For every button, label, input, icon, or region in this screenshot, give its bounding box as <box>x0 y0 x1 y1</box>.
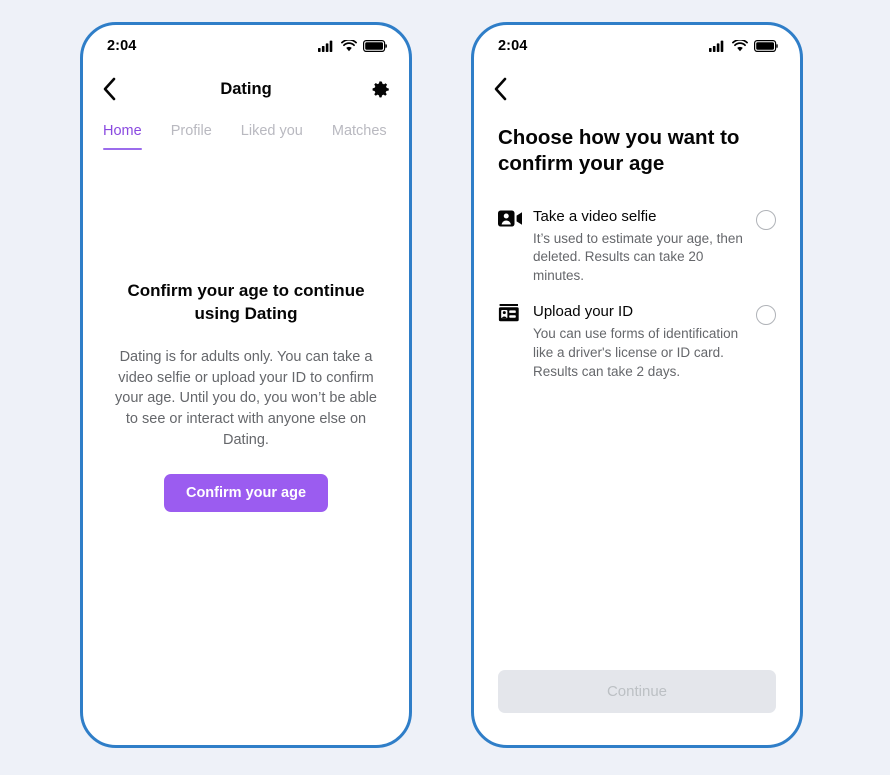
tab-label: Profile <box>170 123 212 139</box>
chevron-left-icon <box>494 77 507 101</box>
nav-bar-right <box>474 67 800 111</box>
tab-label: Liked you <box>240 123 303 139</box>
option-video-selfie[interactable]: Take a video selfie It’s used to estimat… <box>498 201 776 296</box>
tab-profile[interactable]: Profile <box>171 117 212 150</box>
signal-icon <box>709 40 724 52</box>
page-title: Dating <box>220 79 272 98</box>
status-bar-right: 2:04 <box>474 25 800 67</box>
tab-home[interactable]: Home <box>103 117 142 150</box>
video-selfie-icon-wrap <box>498 209 524 228</box>
tab-matches[interactable]: Matches <box>332 117 387 150</box>
battery-icon <box>363 40 387 52</box>
back-button[interactable] <box>492 76 509 102</box>
gear-icon <box>372 80 389 97</box>
screenshot-stage: 2:04 Dating Home Profile Liked you Match… <box>0 0 890 775</box>
age-confirmation-panel: Confirm your age to continue using Datin… <box>83 280 409 513</box>
status-time: 2:04 <box>498 38 528 54</box>
settings-button[interactable] <box>370 79 391 100</box>
wifi-icon <box>341 40 357 52</box>
status-time: 2:04 <box>107 38 137 54</box>
verification-method-panel: Choose how you want to confirm your age … <box>474 111 800 745</box>
tab-label: Matches <box>331 123 387 139</box>
phone-right: 2:04 Choose how you want to confirm your… <box>471 22 803 748</box>
continue-button[interactable]: Continue <box>498 670 776 713</box>
option-description: You can use forms of identification like… <box>533 325 739 379</box>
option-label: Upload your ID <box>533 303 634 321</box>
id-card-icon-wrap <box>498 304 524 323</box>
id-card-icon <box>498 304 519 322</box>
option-text: Take a video selfie It’s used to estimat… <box>524 207 756 286</box>
option-label: Take a video selfie <box>533 208 657 226</box>
wifi-icon <box>732 40 748 52</box>
back-button[interactable] <box>101 76 118 102</box>
confirm-age-description: Dating is for adults only. You can take … <box>115 349 377 448</box>
choose-method-title: Choose how you want to confirm your age <box>498 126 740 176</box>
status-icons <box>709 40 778 52</box>
option-description: It’s used to estimate your age, then del… <box>533 230 743 284</box>
option-text: Upload your ID You can use forms of iden… <box>524 302 756 381</box>
tab-bar: Home Profile Liked you Matches <box>83 117 409 150</box>
option-upload-id[interactable]: Upload your ID You can use forms of iden… <box>498 296 776 391</box>
status-bar-left: 2:04 <box>83 25 409 67</box>
radio-video-selfie[interactable] <box>756 210 776 231</box>
video-selfie-icon <box>498 210 522 227</box>
confirm-age-title: Confirm your age to continue using Datin… <box>127 281 365 323</box>
chevron-left-icon <box>103 77 116 101</box>
confirm-your-age-button[interactable]: Confirm your age <box>163 474 329 513</box>
tab-label: Home <box>103 123 142 139</box>
signal-icon <box>318 40 333 52</box>
status-icons <box>318 40 387 52</box>
radio-upload-id[interactable] <box>756 305 776 326</box>
nav-bar-left: Dating <box>83 67 409 111</box>
phone-left: 2:04 Dating Home Profile Liked you Match… <box>80 22 412 748</box>
battery-icon <box>754 40 778 52</box>
tab-liked-you[interactable]: Liked you <box>241 117 303 150</box>
